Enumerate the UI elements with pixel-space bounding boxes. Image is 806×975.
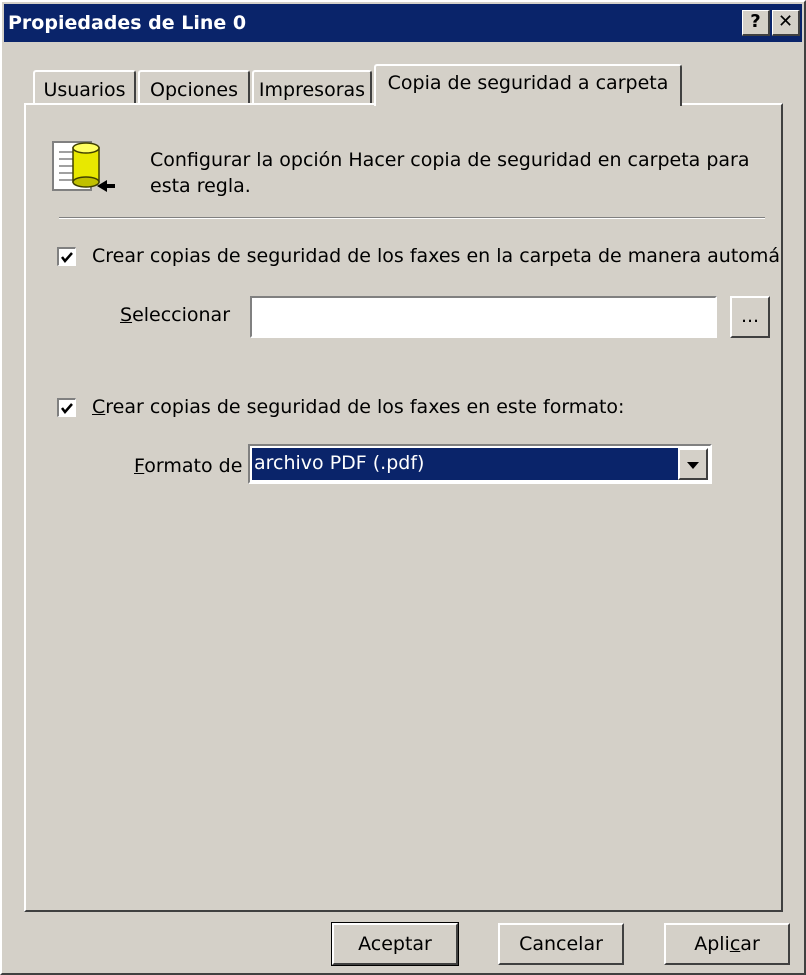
tab-panel: [24, 103, 783, 912]
title-bar: Propiedades de Line 0 ? ✕: [4, 4, 802, 42]
checkmark-icon: [61, 403, 73, 414]
auto-backup-checkbox[interactable]: [57, 247, 76, 266]
backup-folder-icon: [45, 136, 125, 202]
apply-button[interactable]: Aplicar: [664, 923, 790, 965]
browse-button[interactable]: ...: [730, 296, 770, 338]
format-select[interactable]: archivo PDF (.pdf): [248, 444, 712, 484]
chevron-down-icon: [687, 462, 699, 469]
dropdown-button[interactable]: [678, 448, 708, 480]
tab-usuarios[interactable]: Usuarios: [33, 70, 136, 104]
auto-backup-label[interactable]: Crear copias de seguridad de los faxes e…: [92, 245, 780, 267]
tab-copia-de-seguridad[interactable]: Copia de seguridad a carpeta: [374, 64, 682, 106]
description-text: Configurar la opción Hacer copia de segu…: [150, 149, 750, 197]
folder-path-input[interactable]: [250, 296, 717, 338]
format-backup-checkbox[interactable]: [57, 398, 76, 417]
separator: [59, 217, 765, 219]
select-label: Seleccionar: [120, 304, 231, 326]
tab-opciones[interactable]: Opciones: [138, 70, 250, 104]
format-select-value: archivo PDF (.pdf): [252, 448, 678, 480]
checkmark-icon: [61, 252, 73, 263]
format-backup-label[interactable]: Crear copias de seguridad de los faxes e…: [92, 396, 624, 418]
dialog-title: Propiedades de Line 0: [8, 12, 247, 34]
tab-impresoras[interactable]: Impresoras: [252, 70, 372, 104]
help-button[interactable]: ?: [742, 10, 770, 36]
format-label: Formato de: [134, 455, 243, 477]
ok-button[interactable]: Aceptar: [331, 922, 459, 966]
cancel-button[interactable]: Cancelar: [498, 923, 624, 965]
close-button[interactable]: ✕: [772, 10, 800, 36]
